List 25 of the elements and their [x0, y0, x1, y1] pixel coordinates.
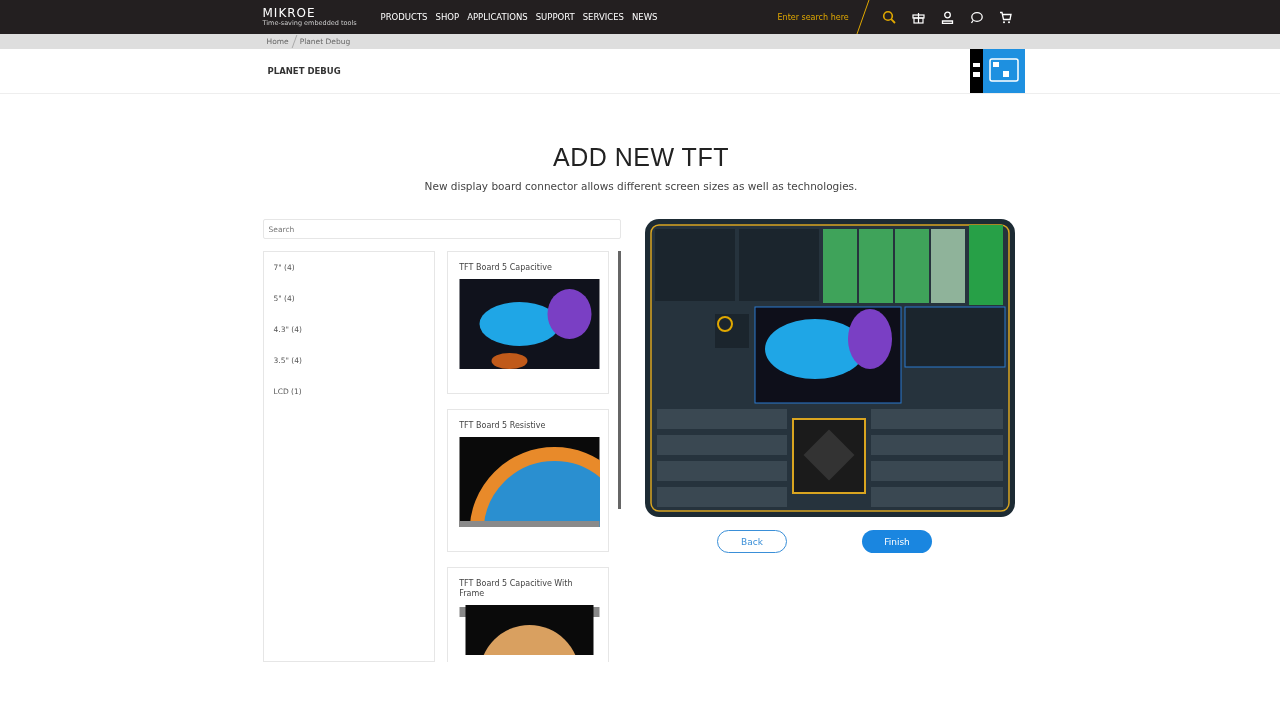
board-logo-icon[interactable] [969, 49, 1025, 93]
page-heading: ADD NEW TFT [552, 143, 730, 172]
product-card[interactable]: TFT Board 5 Capacitive With Frame [447, 567, 609, 662]
nav-link[interactable]: SERVICES [582, 12, 624, 22]
product-name: TFT Board 5 Resistive [459, 421, 547, 431]
page-description: New display board connector allows different screen sizes as well as technologies. [423, 180, 859, 192]
slash-divider [855, 0, 870, 34]
product-name: TFT Board 5 Capacitive [459, 263, 553, 273]
section-title: PLANET DEBUG [267, 66, 341, 76]
finish-button[interactable]: Finish [862, 530, 932, 553]
search-field[interactable]: Enter search here [777, 12, 856, 22]
back-button[interactable]: Back [717, 530, 787, 553]
nav-link[interactable]: NEWS [631, 12, 658, 22]
search-icon[interactable] [881, 10, 896, 24]
product-card[interactable]: TFT Board 5 Capacitive [447, 251, 609, 394]
nav-link[interactable]: PRODUCTS [380, 12, 428, 22]
scrollbar[interactable] [617, 251, 621, 509]
user-icon[interactable] [940, 10, 954, 24]
nav-link[interactable]: APPLICATIONS [467, 12, 528, 22]
chat-icon[interactable] [969, 10, 983, 24]
nav-link[interactable]: SUPPORT [535, 12, 575, 22]
gift-icon[interactable] [911, 10, 925, 24]
cart-icon[interactable] [998, 10, 1012, 24]
product-name: TFT Board 5 Capacitive With Frame [459, 579, 574, 599]
nav-link[interactable]: SHOP [435, 12, 460, 22]
